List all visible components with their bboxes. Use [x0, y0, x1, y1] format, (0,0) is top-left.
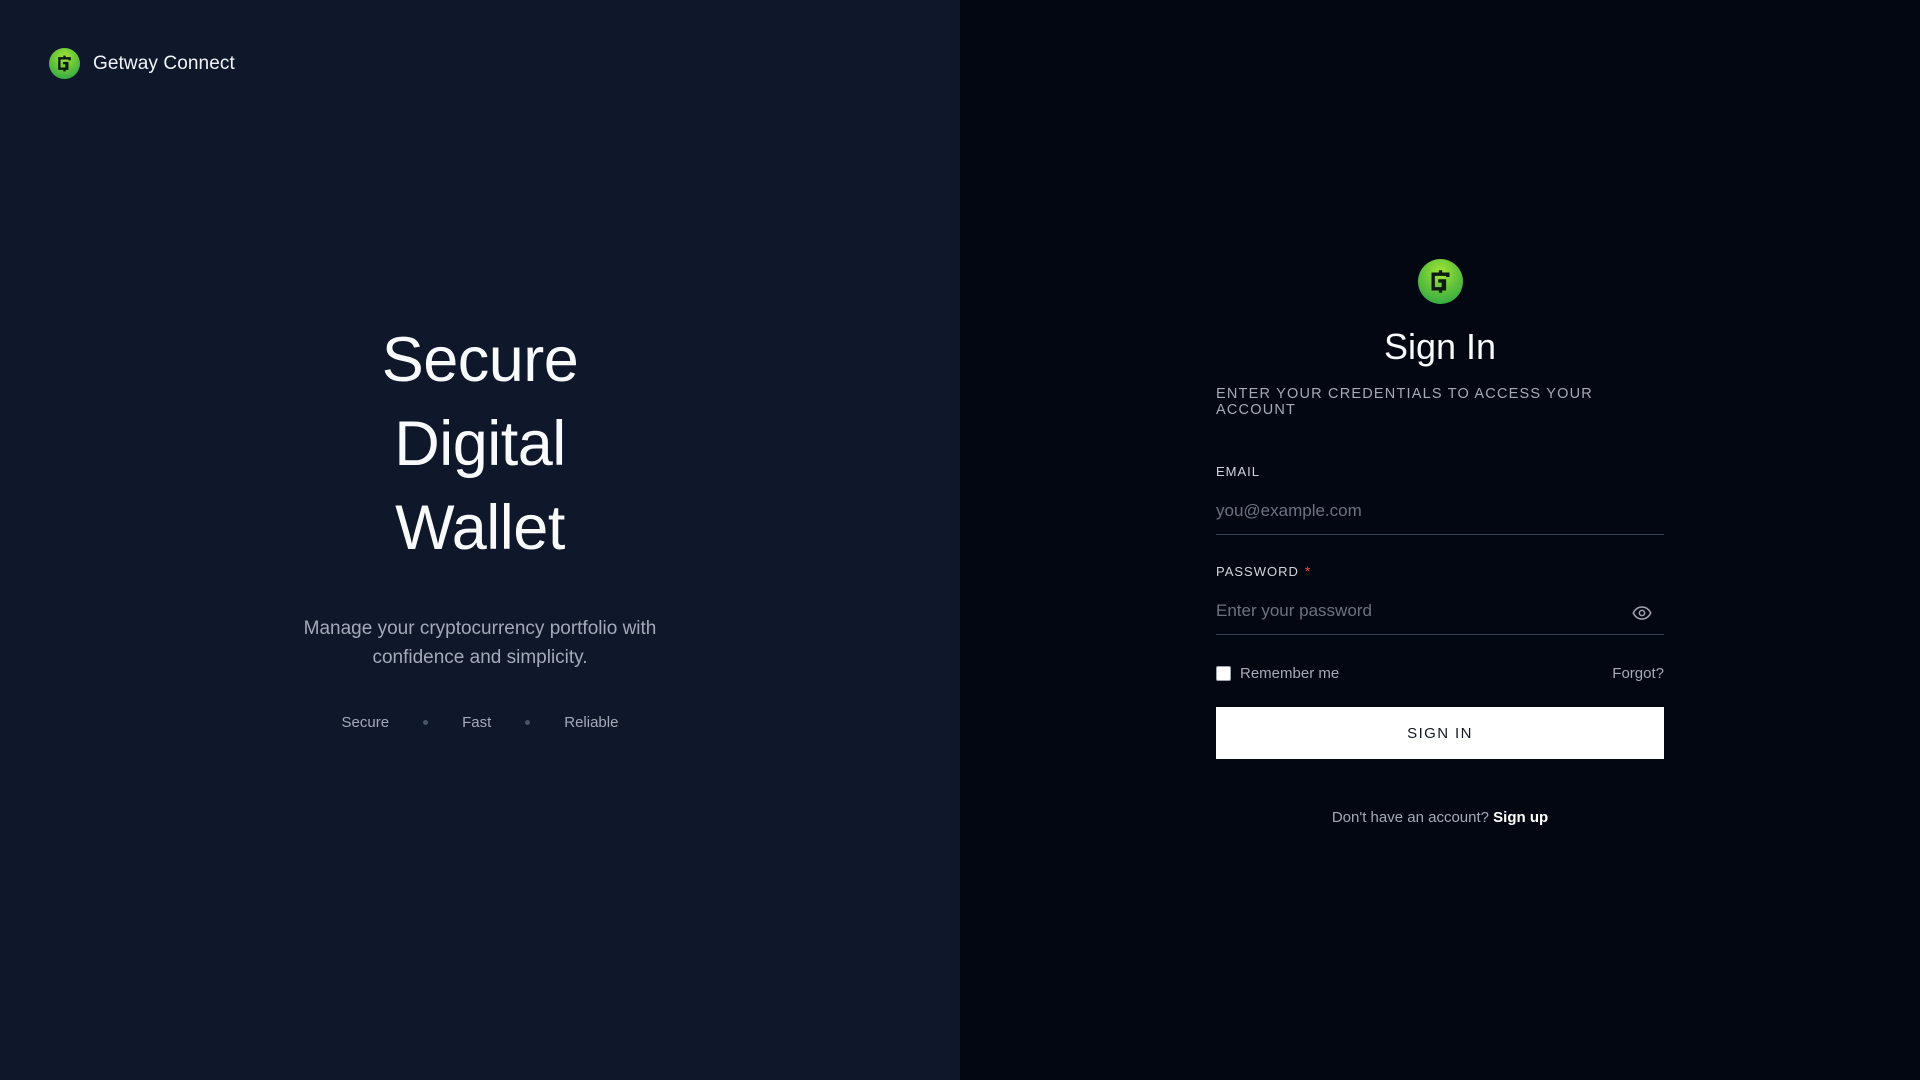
brand[interactable]: Getway Connect: [49, 48, 235, 79]
email-label: EMAIL: [1216, 464, 1664, 479]
brand-name: Getway Connect: [93, 52, 235, 74]
gateway-logo-icon: [49, 48, 80, 79]
hero-panel: Getway Connect Secure Digital Wallet Man…: [0, 0, 960, 1080]
hero-subtitle: Manage your cryptocurrency portfolio wit…: [303, 618, 657, 668]
feature-reliable: Reliable: [564, 714, 619, 731]
password-label: PASSWORD *: [1216, 563, 1664, 579]
remember-checkbox[interactable]: [1216, 666, 1231, 681]
email-input-row: [1216, 493, 1664, 535]
separator-dot: [525, 720, 531, 725]
password-input-row: [1216, 593, 1664, 635]
signin-form: Sign In ENTER YOUR CREDENTIALS TO ACCESS…: [1216, 259, 1664, 826]
signup-link[interactable]: Sign up: [1493, 809, 1548, 826]
form-header: Sign In ENTER YOUR CREDENTIALS TO ACCESS…: [1216, 259, 1664, 418]
signin-subtitle: ENTER YOUR CREDENTIALS TO ACCESS YOUR AC…: [1216, 386, 1593, 418]
email-label-text: EMAIL: [1216, 464, 1261, 479]
remember-me[interactable]: Remember me: [1216, 665, 1339, 682]
feature-secure: Secure: [341, 714, 390, 731]
login-page: Getway Connect Secure Digital Wallet Man…: [0, 0, 1920, 1080]
hero-title-line-3: Wallet: [395, 493, 565, 563]
eye-icon[interactable]: [1632, 605, 1652, 626]
signup-prompt: Don't have an account? Sign up: [1216, 809, 1664, 826]
signup-text: Don't have an account?: [1331, 809, 1494, 826]
email-input[interactable]: [1216, 493, 1664, 534]
separator-dot: [423, 720, 429, 725]
feature-fast: Fast: [462, 714, 492, 731]
signin-button[interactable]: SIGN IN: [1216, 707, 1664, 759]
password-field-group: PASSWORD *: [1216, 563, 1664, 635]
password-label-text: PASSWORD: [1216, 563, 1299, 579]
hero-title-line-1: Secure: [381, 325, 579, 395]
signin-panel: Sign In ENTER YOUR CREDENTIALS TO ACCESS…: [960, 0, 1920, 1080]
hero-section: Secure Digital Wallet Manage your crypto…: [0, 318, 960, 731]
forgot-password-link[interactable]: Forgot?: [1612, 665, 1664, 682]
email-field-group: EMAIL: [1216, 464, 1664, 535]
hero-title-line-2: Digital: [394, 409, 566, 479]
required-mark: *: [1304, 563, 1312, 579]
gateway-logo-icon: [1417, 259, 1463, 304]
signin-title: Sign In: [1383, 326, 1497, 367]
feature-list: Secure Fast Reliable: [342, 714, 619, 731]
password-input[interactable]: [1216, 593, 1664, 634]
form-options: Remember me Forgot?: [1216, 665, 1664, 682]
remember-label: Remember me: [1240, 665, 1340, 682]
